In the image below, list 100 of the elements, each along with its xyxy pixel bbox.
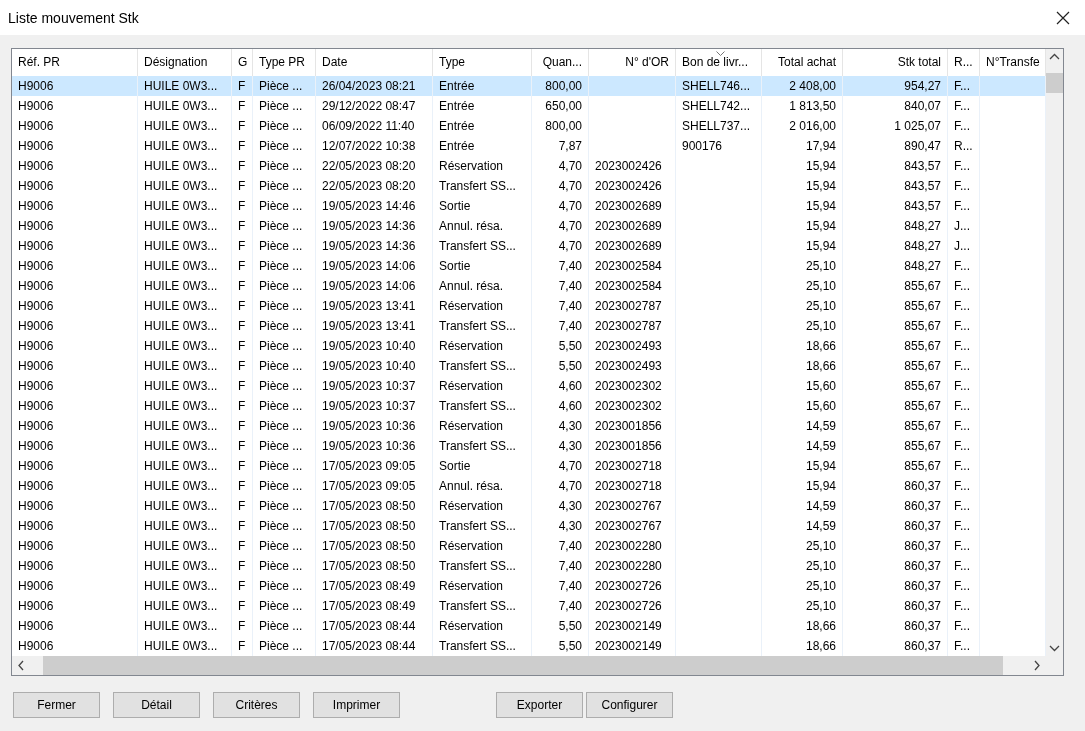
table-row[interactable]: H9006 HUILE 0W3... F Pièce ... 19/05/2023 10:37 Réservation 4,60 2023002302 15,60 855,67 F... bbox=[12, 376, 1046, 396]
table-row[interactable]: H9006 HUILE 0W3... F Pièce ... 19/05/2023 10:37 Transfert SS... 4,60 2023002302 15,60 855,67 F... bbox=[12, 396, 1046, 416]
table-row[interactable]: H9006 HUILE 0W3... F Pièce ... 19/05/2023 14:06 Annul. résa. 7,40 2023002584 25,10 855,67 F... bbox=[12, 276, 1046, 296]
table-cell: H9006 bbox=[12, 376, 138, 396]
table-cell: 954,27 bbox=[843, 76, 948, 96]
dialog-button[interactable]: Configurer bbox=[586, 692, 673, 718]
table-cell: HUILE 0W3... bbox=[138, 396, 232, 416]
table-row[interactable]: H9006 HUILE 0W3... F Pièce ... 17/05/2023 08:50 Réservation 4,30 2023002767 14,59 860,37 F... bbox=[12, 496, 1046, 516]
table-cell: 2023002280 bbox=[589, 556, 676, 576]
table-row[interactable]: H9006 HUILE 0W3... F Pièce ... 19/05/2023 14:46 Sortie 4,70 2023002689 15,94 843,57 F... bbox=[12, 196, 1046, 216]
dialog-button[interactable]: Critères bbox=[213, 692, 300, 718]
dialog-button[interactable]: Détail bbox=[113, 692, 200, 718]
table-cell: 17/05/2023 08:49 bbox=[316, 596, 433, 616]
table-cell: HUILE 0W3... bbox=[138, 376, 232, 396]
table-row[interactable]: H9006 HUILE 0W3... F Pièce ... 19/05/2023 13:41 Réservation 7,40 2023002787 25,10 855,67 F... bbox=[12, 296, 1046, 316]
table-cell: 19/05/2023 10:37 bbox=[316, 396, 433, 416]
table-cell: 17/05/2023 08:50 bbox=[316, 536, 433, 556]
table-row[interactable]: H9006 HUILE 0W3... F Pièce ... 26/04/2023 08:21 Entrée 800,00 SHELL746... 2 408,00 954,27 F... bbox=[12, 76, 1046, 96]
table-cell: Pièce ... bbox=[253, 476, 316, 496]
table-cell: HUILE 0W3... bbox=[138, 256, 232, 276]
close-icon[interactable] bbox=[1056, 10, 1070, 25]
table-cell: 15,94 bbox=[762, 176, 843, 196]
table-row[interactable]: H9006 HUILE 0W3... F Pièce ... 17/05/2023 09:05 Annul. résa. 4,70 2023002718 15,94 860,37 F... bbox=[12, 476, 1046, 496]
table-cell: Réservation bbox=[433, 416, 532, 436]
table-cell: HUILE 0W3... bbox=[138, 616, 232, 636]
table-row[interactable]: H9006 HUILE 0W3... F Pièce ... 19/05/2023 14:36 Annul. résa. 4,70 2023002689 15,94 848,27 J... bbox=[12, 216, 1046, 236]
table-row[interactable]: H9006 HUILE 0W3... F Pièce ... 17/05/2023 09:05 Sortie 4,70 2023002718 15,94 855,67 F... bbox=[12, 456, 1046, 476]
table-cell: Pièce ... bbox=[253, 496, 316, 516]
table-cell: Pièce ... bbox=[253, 596, 316, 616]
table-cell: Réservation bbox=[433, 376, 532, 396]
table-row[interactable]: H9006 HUILE 0W3... F Pièce ... 19/05/2023 14:06 Sortie 7,40 2023002584 25,10 848,27 F... bbox=[12, 256, 1046, 276]
table-row[interactable]: H9006 HUILE 0W3... F Pièce ... 19/05/2023 10:36 Transfert SS... 4,30 2023001856 14,59 855,67 F... bbox=[12, 436, 1046, 456]
table-row[interactable]: H9006 HUILE 0W3... F Pièce ... 22/05/2023 08:20 Transfert SS... 4,70 2023002426 15,94 843,57 F... bbox=[12, 176, 1046, 196]
table-cell: 15,60 bbox=[762, 376, 843, 396]
table-cell: F... bbox=[948, 76, 980, 96]
table-cell: 15,94 bbox=[762, 476, 843, 496]
table-cell: Pièce ... bbox=[253, 356, 316, 376]
table-cell: 2023001856 bbox=[589, 436, 676, 456]
table-cell: 7,87 bbox=[532, 136, 589, 156]
table-cell: 22/05/2023 08:20 bbox=[316, 176, 433, 196]
table-cell: F bbox=[232, 96, 253, 116]
table-row[interactable]: H9006 HUILE 0W3... F Pièce ... 17/05/2023 08:44 Réservation 5,50 2023002149 18,66 860,37 F... bbox=[12, 616, 1046, 636]
table-cell: HUILE 0W3... bbox=[138, 96, 232, 116]
vertical-scrollbar[interactable] bbox=[1046, 49, 1063, 656]
dialog-button[interactable]: Exporter bbox=[496, 692, 583, 718]
table-cell: 855,67 bbox=[843, 336, 948, 356]
table-cell: H9006 bbox=[12, 236, 138, 256]
table-cell: Pièce ... bbox=[253, 576, 316, 596]
table-row[interactable]: H9006 HUILE 0W3... F Pièce ... 19/05/2023 10:36 Réservation 4,30 2023001856 14,59 855,67 F... bbox=[12, 416, 1046, 436]
table-cell: 2023002726 bbox=[589, 576, 676, 596]
table-row[interactable]: H9006 HUILE 0W3... F Pièce ... 12/07/2022 10:38 Entrée 7,87 900176 17,94 890,47 R... bbox=[12, 136, 1046, 156]
table-row[interactable]: H9006 HUILE 0W3... F Pièce ... 17/05/2023 08:49 Transfert SS... 7,40 2023002726 25,10 860,37 F... bbox=[12, 596, 1046, 616]
table-cell: F bbox=[232, 336, 253, 356]
table-row[interactable]: H9006 HUILE 0W3... F Pièce ... 19/05/2023 10:40 Transfert SS... 5,50 2023002493 18,66 855,67 F... bbox=[12, 356, 1046, 376]
table-cell: H9006 bbox=[12, 436, 138, 456]
table-cell: HUILE 0W3... bbox=[138, 436, 232, 456]
table-cell: Réservation bbox=[433, 496, 532, 516]
table-row[interactable]: H9006 HUILE 0W3... F Pièce ... 19/05/2023 13:41 Transfert SS... 7,40 2023002787 25,10 855,67 F... bbox=[12, 316, 1046, 336]
table-cell: 5,50 bbox=[532, 336, 589, 356]
table-row[interactable]: H9006 HUILE 0W3... F Pièce ... 17/05/2023 08:50 Réservation 7,40 2023002280 25,10 860,37 F... bbox=[12, 536, 1046, 556]
table-row[interactable]: H9006 HUILE 0W3... F Pièce ... 17/05/2023 08:50 Transfert SS... 7,40 2023002280 25,10 860,37 F... bbox=[12, 556, 1046, 576]
table-cell: HUILE 0W3... bbox=[138, 216, 232, 236]
table-cell: Sortie bbox=[433, 196, 532, 216]
table-cell: F... bbox=[948, 176, 980, 196]
dialog-button[interactable]: Imprimer bbox=[313, 692, 400, 718]
dialog-button[interactable]: Fermer bbox=[13, 692, 100, 718]
table-cell: HUILE 0W3... bbox=[138, 556, 232, 576]
table-row[interactable]: H9006 HUILE 0W3... F Pièce ... 06/09/2022 11:40 Entrée 800,00 SHELL737... 2 016,00 1 025,07 F... bbox=[12, 116, 1046, 136]
table-cell: 06/09/2022 11:40 bbox=[316, 116, 433, 136]
table-cell: 2023002726 bbox=[589, 596, 676, 616]
table-cell: H9006 bbox=[12, 276, 138, 296]
table-cell: 4,70 bbox=[532, 156, 589, 176]
table-cell: HUILE 0W3... bbox=[138, 76, 232, 96]
table-cell: HUILE 0W3... bbox=[138, 576, 232, 596]
table-row[interactable]: H9006 HUILE 0W3... F Pièce ... 22/05/2023 08:20 Réservation 4,70 2023002426 15,94 843,57 F... bbox=[12, 156, 1046, 176]
table-cell: H9006 bbox=[12, 196, 138, 216]
scroll-thumb[interactable] bbox=[1046, 73, 1063, 93]
table-cell: 855,67 bbox=[843, 456, 948, 476]
table-cell: F... bbox=[948, 96, 980, 116]
table-cell: F bbox=[232, 256, 253, 276]
table-cell: F bbox=[232, 536, 253, 556]
table-row[interactable]: H9006 HUILE 0W3... F Pièce ... 29/12/2022 08:47 Entrée 650,00 SHELL742... 1 813,50 840,07 F... bbox=[12, 96, 1046, 116]
table-cell: F bbox=[232, 596, 253, 616]
table-cell: 2023002689 bbox=[589, 196, 676, 216]
table-row[interactable]: H9006 HUILE 0W3... F Pièce ... 17/05/2023 08:49 Réservation 7,40 2023002726 25,10 860,37 F... bbox=[12, 576, 1046, 596]
table-cell: R... bbox=[948, 136, 980, 156]
table-cell: F bbox=[232, 176, 253, 196]
table-cell: F... bbox=[948, 356, 980, 376]
table-cell: 860,37 bbox=[843, 476, 948, 496]
table-cell: 15,94 bbox=[762, 456, 843, 476]
table-cell: 17/05/2023 08:50 bbox=[316, 516, 433, 536]
table-cell: F... bbox=[948, 596, 980, 616]
table-row[interactable]: H9006 HUILE 0W3... F Pièce ... 19/05/2023 14:36 Transfert SS... 4,70 2023002689 15,94 848,27 J... bbox=[12, 236, 1046, 256]
table-cell: 2023002718 bbox=[589, 456, 676, 476]
table-row[interactable]: H9006 HUILE 0W3... F Pièce ... 17/05/2023 08:50 Transfert SS... 4,30 2023002767 14,59 860,37 F... bbox=[12, 516, 1046, 536]
table-cell: Entrée bbox=[433, 76, 532, 96]
table-row[interactable]: H9006 HUILE 0W3... F Pièce ... 19/05/2023 10:40 Réservation 5,50 2023002493 18,66 855,67 F... bbox=[12, 336, 1046, 356]
table-cell: 25,10 bbox=[762, 296, 843, 316]
table-cell: 25,10 bbox=[762, 596, 843, 616]
table-cell: Pièce ... bbox=[253, 276, 316, 296]
